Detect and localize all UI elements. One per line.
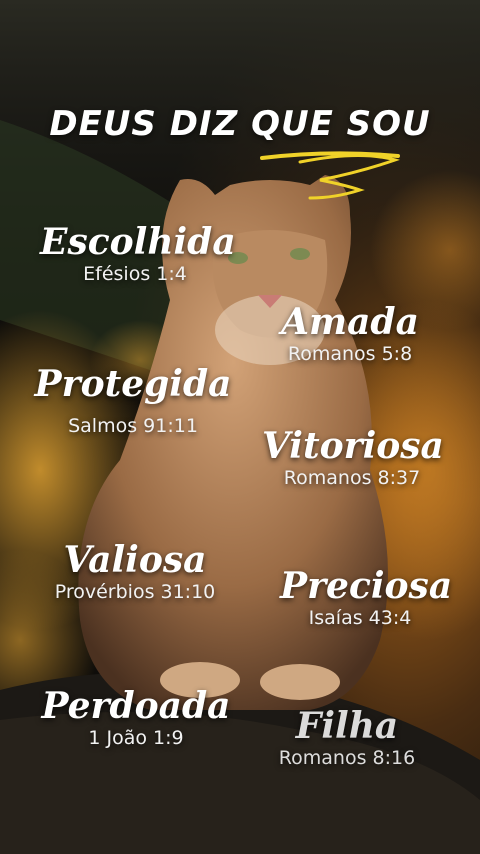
item-reference: Romanos 5:8 bbox=[287, 343, 413, 365]
item-reference: Provérbios 31:10 bbox=[54, 581, 216, 603]
item-word: Valiosa bbox=[63, 539, 207, 581]
item-vitoriosa: Vitoriosa Romanos 8:37 bbox=[262, 425, 444, 490]
item-reference: Romanos 8:16 bbox=[278, 747, 416, 769]
item-preciosa: Preciosa Isaías 43:4 bbox=[280, 565, 453, 630]
item-word: Amada bbox=[281, 301, 419, 343]
item-escolhida: Escolhida Efésios 1:4 bbox=[40, 221, 236, 286]
item-word: Vitoriosa bbox=[262, 425, 444, 467]
page-title: DEUS DIZ QUE SOU bbox=[49, 104, 431, 144]
item-filha: Filha Romanos 8:16 bbox=[262, 706, 432, 770]
item-word: Preciosa bbox=[280, 565, 453, 607]
item-word: Filha bbox=[295, 705, 399, 747]
item-reference: 1 João 1:9 bbox=[88, 727, 184, 749]
item-perdoada: Perdoada 1 João 1:9 bbox=[36, 686, 236, 750]
item-word: Protegida bbox=[34, 363, 232, 405]
item-word: Escolhida bbox=[40, 221, 236, 263]
item-amada: Amada Romanos 5:8 bbox=[270, 302, 430, 366]
item-reference: Salmos 91:11 bbox=[68, 415, 198, 437]
item-word: Perdoada bbox=[41, 685, 231, 727]
wallpaper: DEUS DIZ QUE SOU Escolhida Efésios 1:4 A… bbox=[0, 0, 480, 854]
item-reference: Romanos 8:37 bbox=[283, 467, 421, 489]
item-reference: Efésios 1:4 bbox=[83, 263, 187, 285]
item-protegida: Protegida Salmos 91:11 bbox=[28, 364, 238, 438]
item-reference: Isaías 43:4 bbox=[308, 607, 412, 629]
item-valiosa: Valiosa Provérbios 31:10 bbox=[30, 540, 240, 604]
